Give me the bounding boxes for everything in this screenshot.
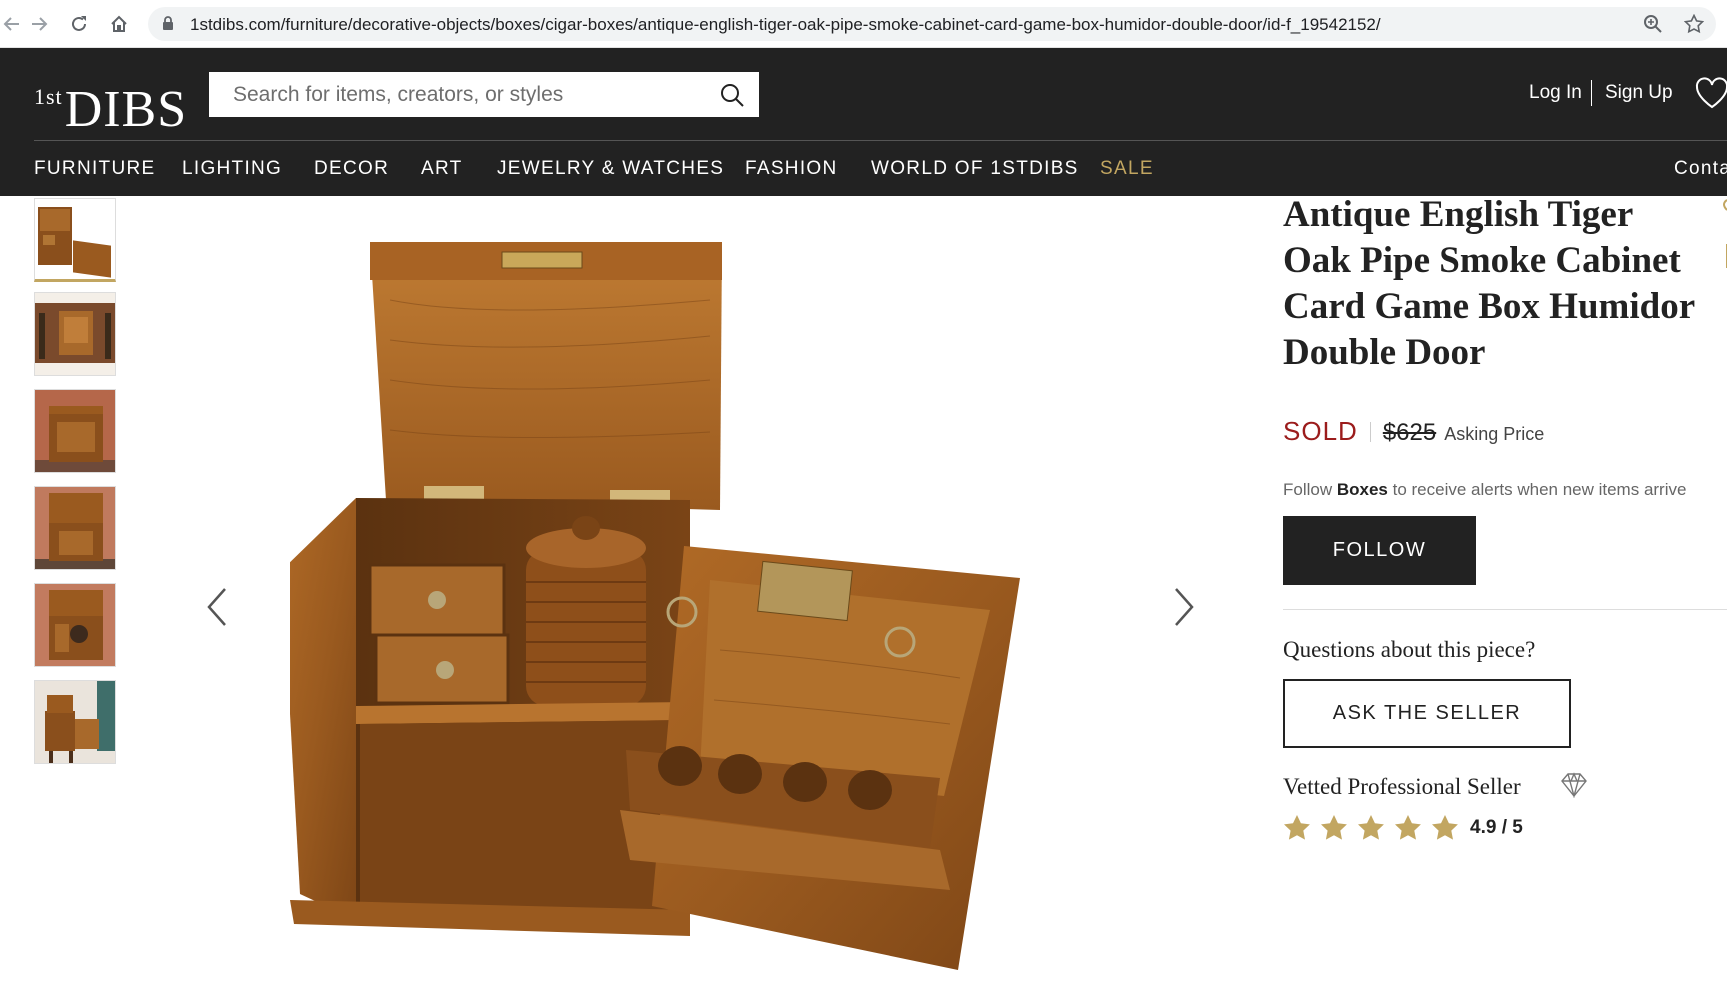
url-text: 1stdibs.com/furniture/decorative-objects… (190, 15, 1381, 34)
sold-status: SOLD (1283, 416, 1358, 446)
asking-price-label: Asking Price (1444, 424, 1545, 444)
nav-art[interactable]: ART (421, 158, 463, 180)
star-icon (1395, 815, 1421, 840)
nav-furniture[interactable]: FURNITURE (34, 158, 155, 180)
back-icon[interactable] (0, 12, 24, 36)
price-row: SOLD $625 Asking Price (1283, 416, 1544, 447)
favorites-heart-icon[interactable] (1694, 76, 1727, 110)
thumbnail-3[interactable] (34, 389, 116, 473)
diamond-icon[interactable] (1560, 772, 1588, 798)
star-icon (1321, 815, 1347, 840)
follow-suffix: to receive alerts when new items arrive (1387, 480, 1687, 499)
nav-contact[interactable]: Contac (1674, 158, 1727, 180)
follow-prefix: Follow (1283, 480, 1337, 499)
thumbnail-4[interactable] (34, 486, 116, 570)
nav-jewelry-watches[interactable]: JEWELRY & WATCHES (497, 158, 724, 180)
search-input[interactable] (233, 74, 723, 115)
star-icon (1284, 815, 1310, 840)
nav-sale[interactable]: SALE (1100, 158, 1154, 180)
nav-world-of-1stdibs[interactable]: WORLD OF 1STDIBS (871, 158, 1079, 180)
logo-text: DIBS (64, 81, 188, 138)
questions-heading: Questions about this piece? (1283, 637, 1536, 662)
product-title: Antique English Tiger Oak Pipe Smoke Cab… (1283, 194, 1695, 373)
signup-link[interactable]: Sign Up (1605, 82, 1673, 104)
login-link[interactable]: Log In (1529, 82, 1582, 104)
rating-value: 4.9 / 5 (1470, 817, 1523, 838)
site-logo[interactable]: 1stDIBS (34, 72, 188, 138)
thumbnail-1[interactable] (34, 198, 116, 282)
product-main-image[interactable] (290, 230, 1110, 970)
next-image-arrow-icon[interactable] (1168, 585, 1198, 629)
header-divider (1591, 80, 1592, 106)
ask-seller-button[interactable]: ASK THE SELLER (1283, 679, 1571, 748)
asking-price: $625 (1382, 419, 1437, 446)
reload-icon[interactable] (67, 12, 91, 36)
price-divider (1369, 421, 1371, 442)
thumbnail-2[interactable] (34, 292, 116, 376)
side-widget-edge[interactable] (1720, 196, 1727, 276)
star-icon (1358, 815, 1384, 840)
logo-prefix: 1st (34, 84, 63, 109)
follow-button[interactable]: FOLLOW (1283, 516, 1476, 585)
section-divider (1283, 609, 1727, 610)
star-icon (1432, 815, 1458, 840)
previous-image-arrow-icon[interactable] (203, 585, 233, 629)
lock-icon (163, 16, 173, 30)
seller-rating: 4.9 / 5 (1283, 814, 1523, 842)
vetted-seller-label: Vetted Professional Seller (1283, 774, 1521, 799)
thumbnail-6[interactable] (34, 680, 116, 764)
zoom-icon[interactable] (1642, 13, 1664, 35)
home-icon[interactable] (107, 12, 131, 36)
address-bar[interactable]: 1stdibs.com/furniture/decorative-objects… (148, 7, 1716, 41)
main-navigation: FURNITURE LIGHTING DECOR ART JEWELRY & W… (0, 141, 1727, 196)
search-icon[interactable] (719, 82, 745, 108)
follow-category-link[interactable]: Boxes (1337, 480, 1388, 499)
search-bar (209, 72, 759, 117)
browser-toolbar: 1stdibs.com/furniture/decorative-objects… (0, 0, 1727, 48)
nav-decor[interactable]: DECOR (314, 158, 389, 180)
follow-message: Follow Boxes to receive alerts when new … (1283, 480, 1686, 500)
nav-lighting[interactable]: LIGHTING (182, 158, 282, 180)
forward-icon[interactable] (27, 12, 51, 36)
nav-fashion[interactable]: FASHION (745, 158, 838, 180)
thumbnail-5[interactable] (34, 583, 116, 667)
bookmark-star-icon[interactable] (1683, 13, 1705, 35)
